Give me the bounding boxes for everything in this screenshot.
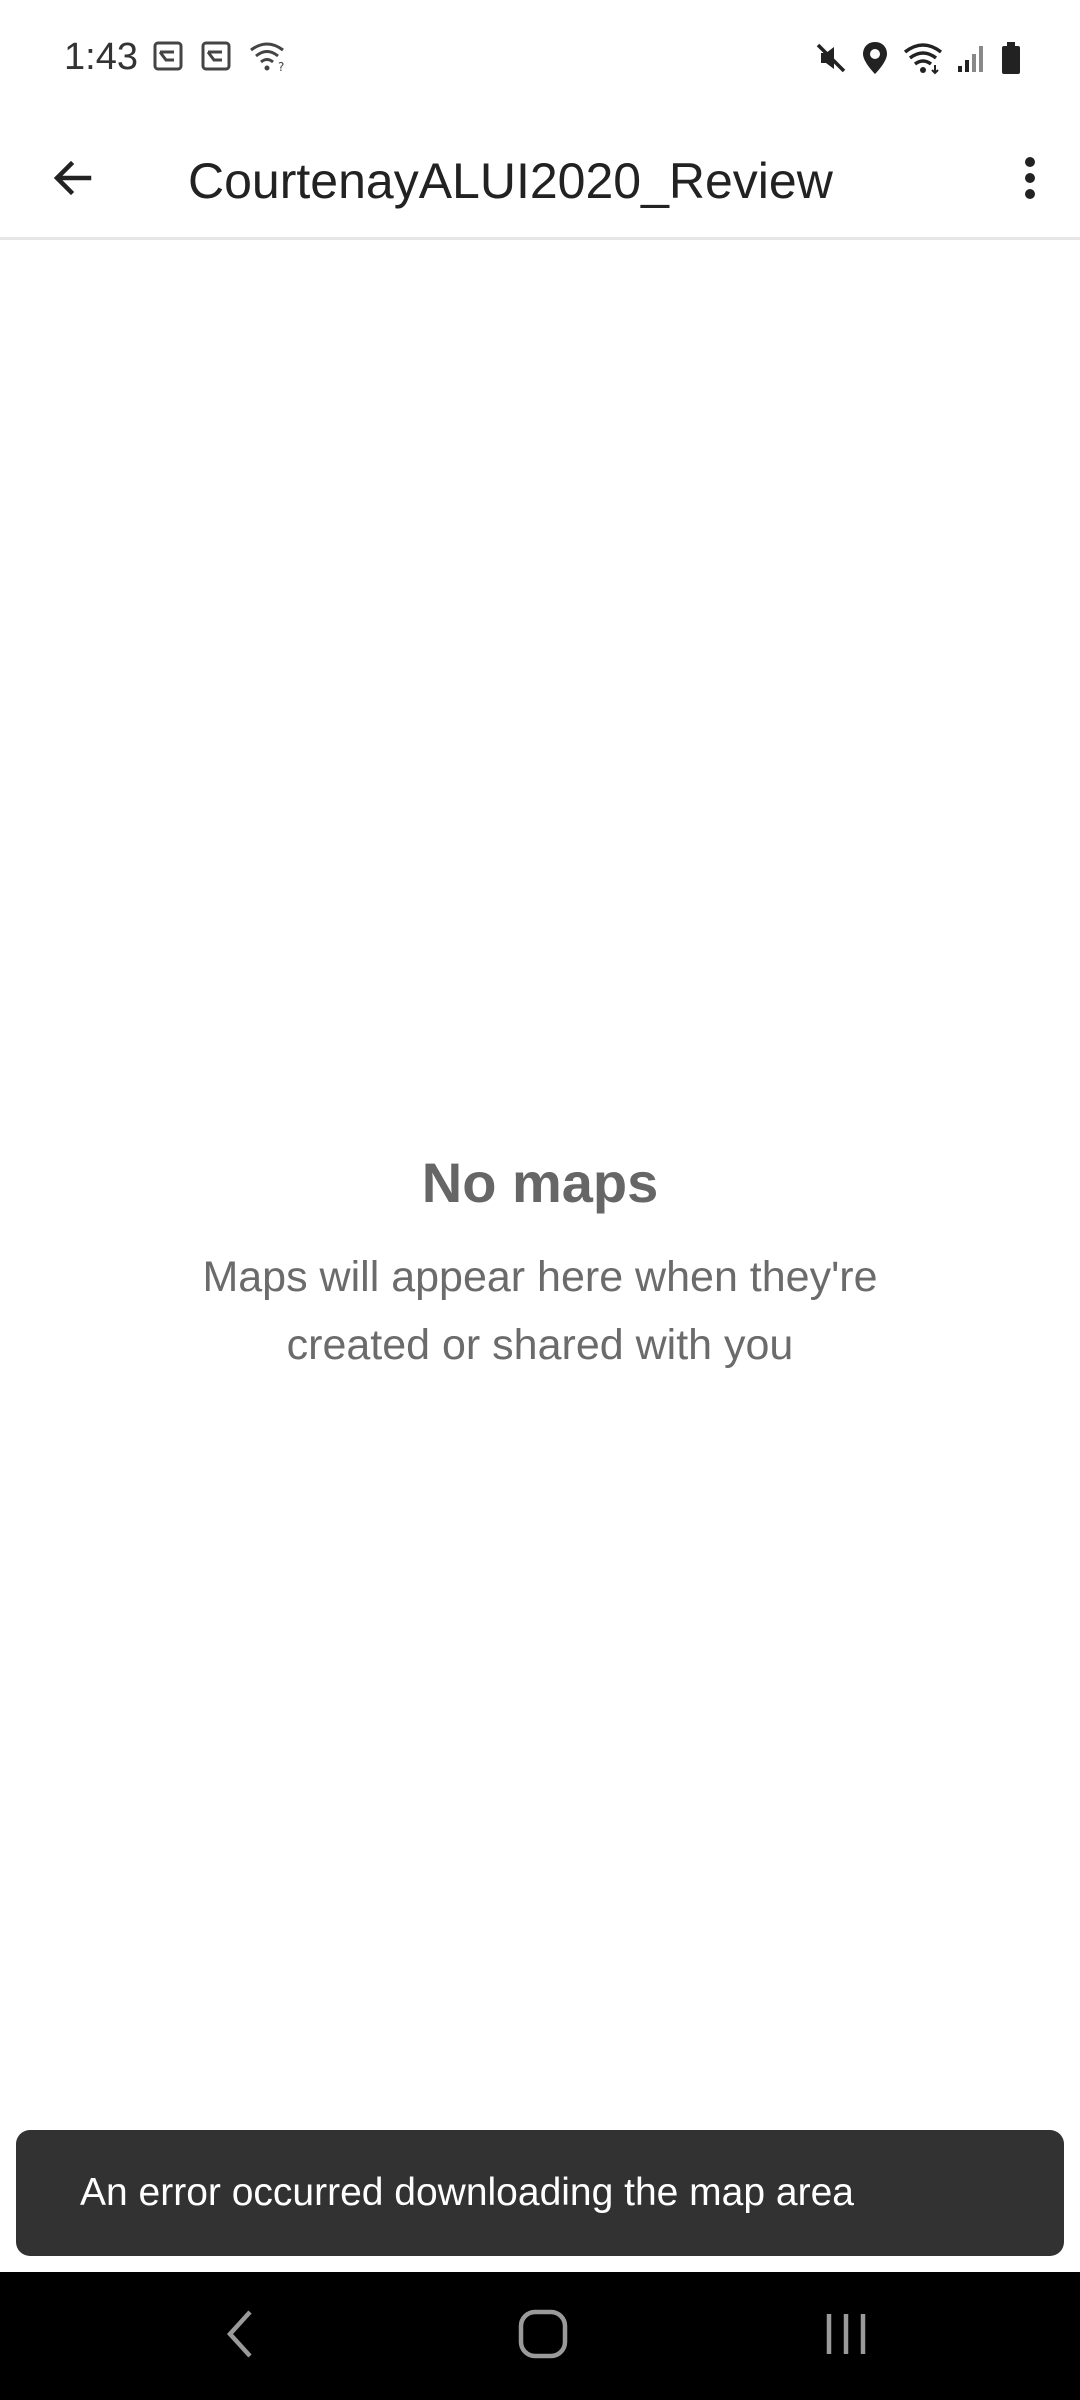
svg-text:?: ? bbox=[278, 60, 284, 72]
screen: 1:43 ? CourtenayALUI2020_Review No maps … bbox=[0, 0, 1080, 2400]
status-left-icons: ? bbox=[152, 40, 286, 72]
back-button[interactable] bbox=[30, 142, 116, 218]
arrow-back-icon bbox=[49, 154, 97, 207]
error-snackbar: An error occurred downloading the map ar… bbox=[16, 2130, 1064, 2256]
notification-icon bbox=[152, 40, 184, 72]
status-bar: 1:43 ? bbox=[0, 0, 1080, 120]
system-nav-bar bbox=[0, 2272, 1080, 2400]
nav-home-button[interactable] bbox=[493, 2296, 593, 2376]
nav-recents-icon bbox=[821, 2310, 871, 2363]
nav-back-button[interactable] bbox=[190, 2296, 290, 2376]
status-right-icons bbox=[814, 40, 1022, 76]
signal-icon bbox=[956, 42, 988, 74]
status-time: 1:43 bbox=[64, 36, 138, 78]
nav-home-icon bbox=[517, 2308, 569, 2365]
more-options-button[interactable] bbox=[992, 142, 1068, 218]
more-vert-icon bbox=[1022, 154, 1038, 207]
nav-back-icon bbox=[220, 2308, 260, 2365]
empty-state-message: Maps will appear here when they're creat… bbox=[202, 1253, 878, 1369]
snackbar-message: An error occurred downloading the map ar… bbox=[80, 2171, 854, 2214]
app-bar: CourtenayALUI2020_Review bbox=[0, 120, 1080, 240]
location-icon bbox=[860, 40, 890, 76]
notification-icon bbox=[200, 40, 232, 72]
page-title: CourtenayALUI2020_Review bbox=[188, 153, 833, 209]
wifi-question-icon: ? bbox=[248, 40, 286, 72]
nav-recents-button[interactable] bbox=[796, 2296, 896, 2376]
battery-icon bbox=[1000, 41, 1022, 75]
mute-icon bbox=[814, 41, 848, 75]
empty-state: No maps Maps will appear here when they'… bbox=[0, 1150, 1080, 1379]
empty-state-title: No maps bbox=[421, 1151, 659, 1214]
wifi-icon bbox=[902, 41, 944, 75]
